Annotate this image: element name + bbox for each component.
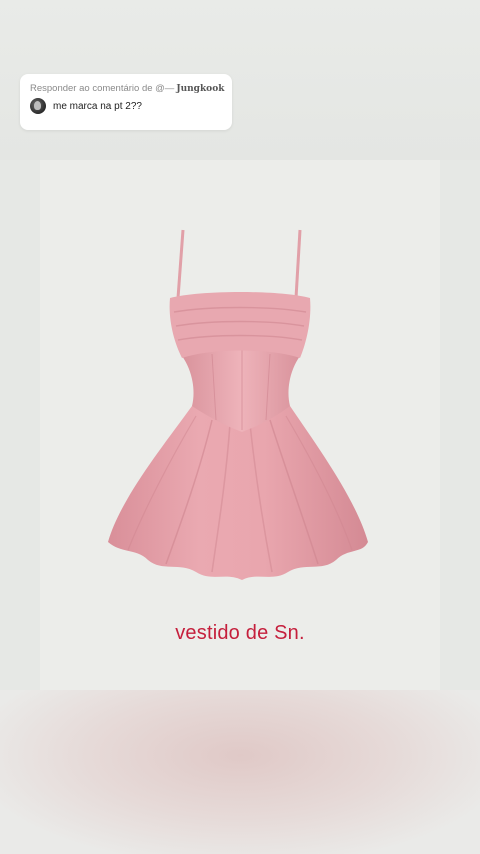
reply-prefix: Responder ao comentário de @— [30, 83, 175, 94]
background-right [440, 160, 480, 690]
product-caption: vestido de Sn. [175, 622, 305, 644]
background-left [0, 160, 40, 690]
reply-comment-text: me marca na pt 2?? [53, 100, 142, 112]
reply-header: Responder ao comentário de @— Jungkook [30, 83, 225, 94]
avatar [30, 98, 46, 114]
background-bottom [0, 690, 480, 854]
reply-comment-row: me marca na pt 2?? [30, 98, 222, 114]
pink-dress-icon [108, 229, 368, 580]
product-card: vestido de Sn. [40, 160, 440, 690]
reply-comment-sticker[interactable]: Responder ao comentário de @— Jungkook m… [20, 74, 232, 130]
reply-username: Jungkook [176, 83, 225, 94]
